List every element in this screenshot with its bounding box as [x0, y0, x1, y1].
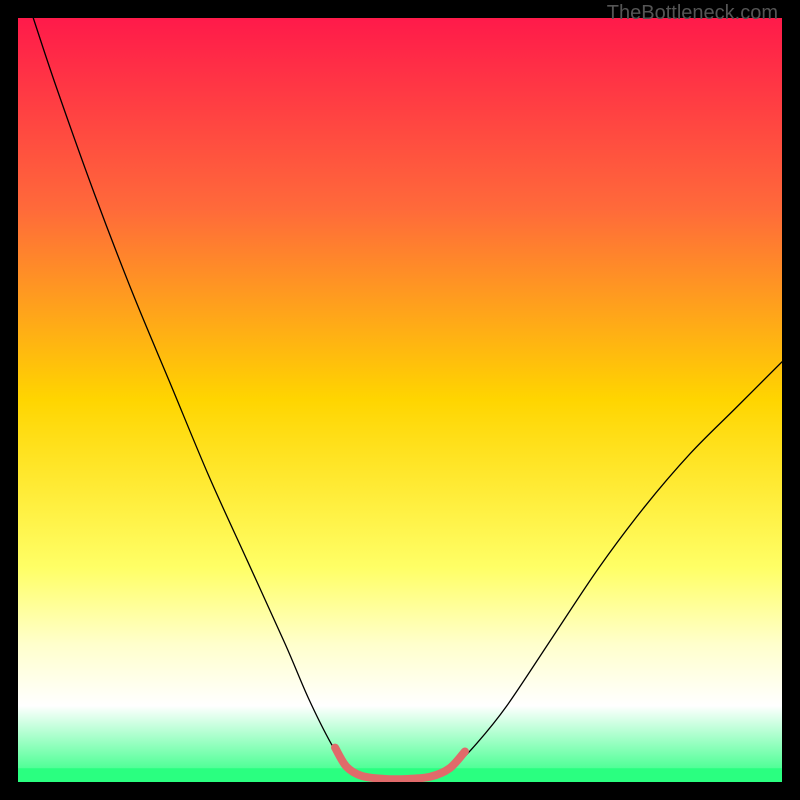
bottleneck-chart	[18, 18, 782, 782]
chart-svg	[18, 18, 782, 782]
watermark-text: TheBottleneck.com	[607, 2, 778, 25]
chart-background	[18, 18, 782, 782]
